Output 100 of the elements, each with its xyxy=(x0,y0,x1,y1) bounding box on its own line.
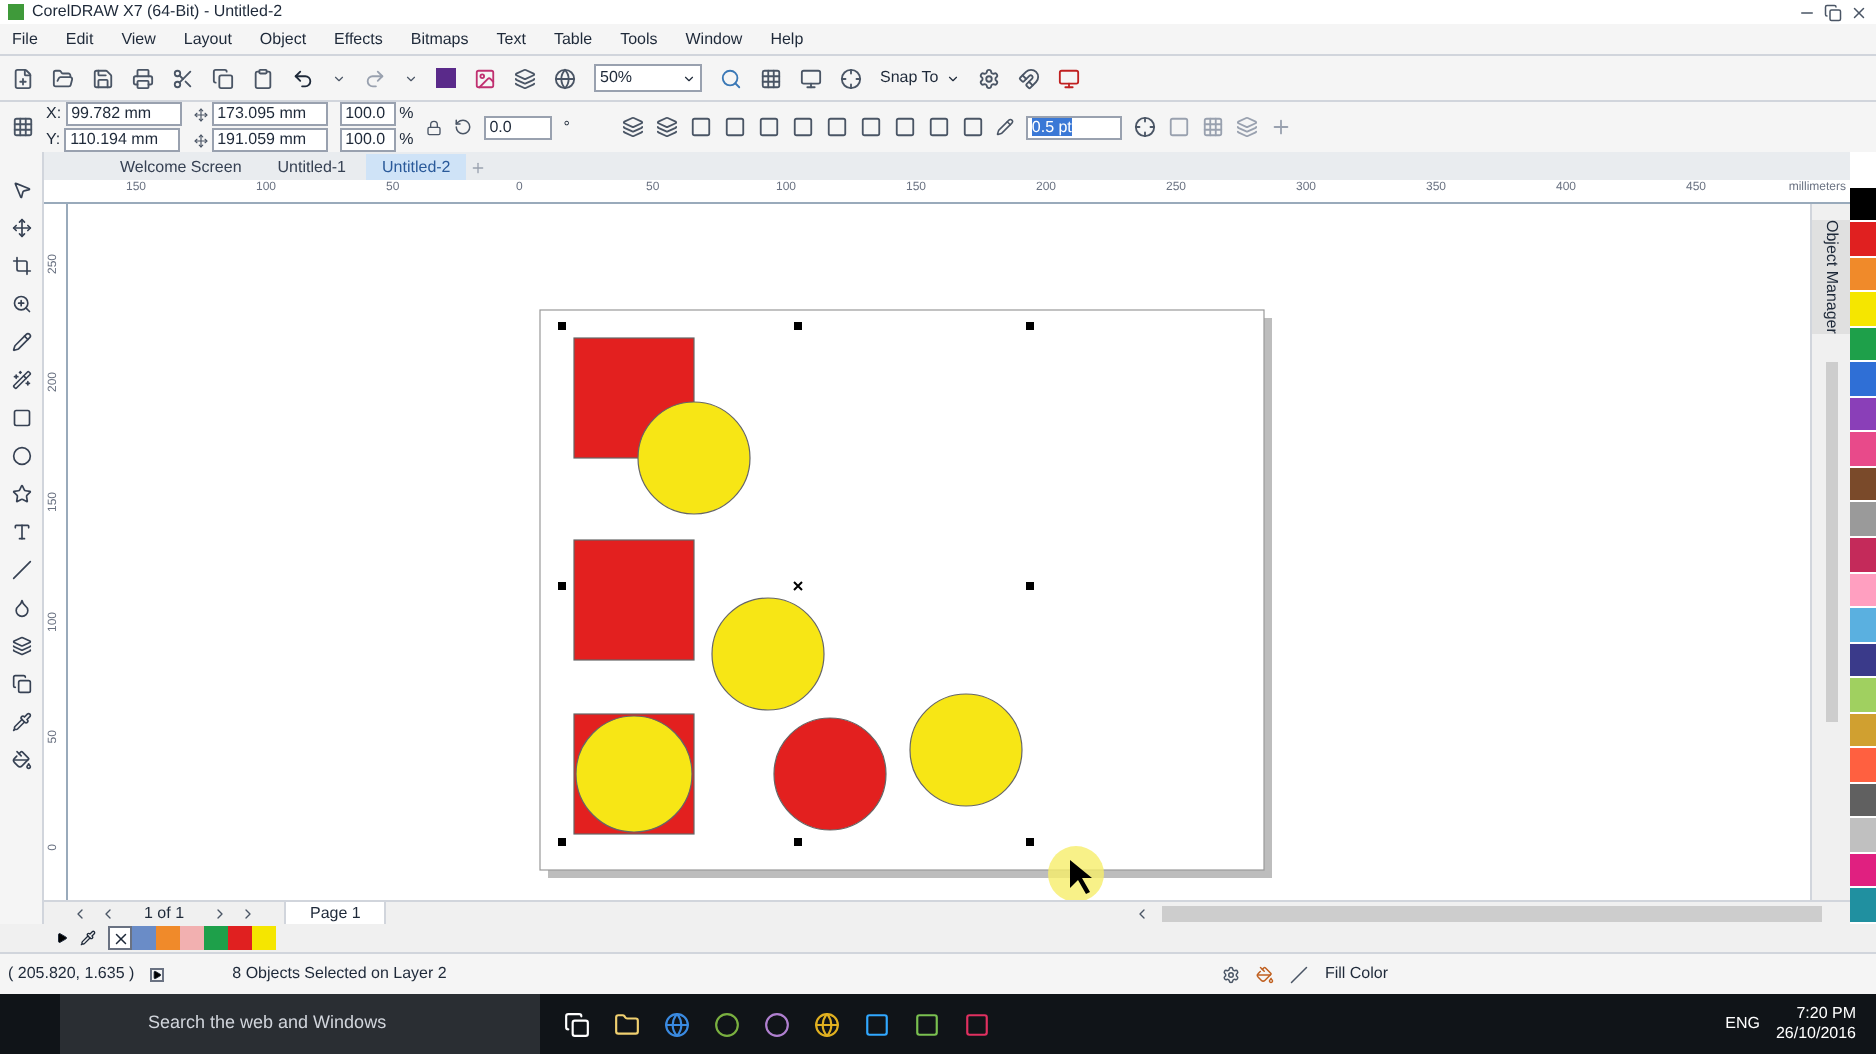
ellipse-icon[interactable] xyxy=(11,446,31,466)
shape-combine-icon[interactable] xyxy=(859,116,882,138)
cut-icon[interactable] xyxy=(172,67,194,89)
droplet-icon[interactable] xyxy=(11,598,31,618)
menu-item[interactable]: Bitmaps xyxy=(410,27,469,51)
app-icon[interactable] xyxy=(864,1011,890,1037)
color-swatch[interactable] xyxy=(1850,292,1876,328)
app-icon[interactable] xyxy=(914,1011,940,1037)
first-page-icon[interactable] xyxy=(72,905,88,921)
selection-handle[interactable] xyxy=(1026,322,1034,330)
rotate-icon[interactable] xyxy=(453,118,472,136)
rotation-field[interactable]: 0.0 xyxy=(483,115,552,139)
outline-width-field[interactable]: 0.5 pt xyxy=(1025,115,1122,139)
layers-icon[interactable] xyxy=(11,636,31,656)
object-manager-tab[interactable]: Object Manager xyxy=(1811,220,1851,334)
menu-item[interactable]: Help xyxy=(770,27,804,51)
color-swatch[interactable] xyxy=(1850,152,1876,188)
menu-item[interactable]: Object xyxy=(259,27,307,51)
color-swatch[interactable] xyxy=(1850,608,1876,644)
scroll-left-icon[interactable] xyxy=(1134,905,1150,921)
lock-icon[interactable] xyxy=(425,119,442,135)
shape-combine-icon[interactable] xyxy=(689,116,712,138)
color-swatch[interactable] xyxy=(1850,187,1876,223)
selection-handle[interactable] xyxy=(558,322,566,330)
color-swatch[interactable] xyxy=(1850,853,1876,889)
document-tab[interactable]: Untitled-2 xyxy=(366,154,467,180)
paint-bucket-icon[interactable] xyxy=(11,750,31,770)
color-swatch[interactable] xyxy=(1850,888,1876,925)
crop-icon[interactable] xyxy=(11,256,31,276)
line-icon[interactable] xyxy=(11,560,31,580)
snap-to-button[interactable]: Snap To xyxy=(880,66,961,90)
selection-handle[interactable] xyxy=(794,838,802,846)
task-view-icon[interactable] xyxy=(564,1011,590,1037)
wrap-icon[interactable] xyxy=(1133,116,1156,138)
no-color-swatch[interactable] xyxy=(108,926,132,950)
wand-icon[interactable] xyxy=(11,370,31,390)
color-swatch[interactable] xyxy=(1850,222,1876,258)
menu-item[interactable]: File xyxy=(12,27,38,51)
menu-item[interactable]: Edit xyxy=(65,27,94,51)
new-file-icon[interactable] xyxy=(12,67,34,89)
color-swatch[interactable] xyxy=(1850,467,1876,503)
previous-page-icon[interactable] xyxy=(100,905,116,921)
color-swatch[interactable] xyxy=(1850,818,1876,854)
x-position-field[interactable]: 99.782 mm xyxy=(65,102,182,126)
color-swatch[interactable] xyxy=(1850,397,1876,433)
shape-combine-icon[interactable] xyxy=(893,116,916,138)
app-icon[interactable] xyxy=(714,1011,740,1037)
clock-date[interactable]: 26/10/2016 xyxy=(1775,1024,1856,1044)
open-folder-icon[interactable] xyxy=(52,67,74,89)
menu-item[interactable]: Table xyxy=(553,27,593,51)
shape-combine-icon[interactable] xyxy=(927,116,950,138)
color-swatch[interactable] xyxy=(156,926,180,950)
menu-item[interactable]: Text xyxy=(496,27,526,51)
color-swatch[interactable] xyxy=(1850,748,1876,784)
copy-icon[interactable] xyxy=(11,674,31,694)
color-swatch[interactable] xyxy=(204,926,228,950)
scale-y-field[interactable]: 100.0 xyxy=(339,128,396,152)
menu-item[interactable]: Tools xyxy=(620,27,658,51)
zoom-icon[interactable] xyxy=(11,294,31,314)
scrollbar-thumb[interactable] xyxy=(1825,361,1837,722)
monitor-icon[interactable] xyxy=(800,67,822,89)
scale-x-field[interactable]: 100.0 xyxy=(339,102,396,126)
launch-icon[interactable] xyxy=(1058,67,1081,89)
horizontal-scrollbar[interactable] xyxy=(1162,905,1822,921)
paste-icon[interactable] xyxy=(252,67,274,89)
shape-combine-icon[interactable] xyxy=(723,116,746,138)
y-position-field[interactable]: 110.194 mm xyxy=(64,128,181,152)
document-tab[interactable]: Untitled-1 xyxy=(261,154,363,180)
shape-combine-icon[interactable] xyxy=(825,116,848,138)
save-icon[interactable] xyxy=(92,67,114,89)
app-icon[interactable] xyxy=(764,1011,790,1037)
outline-pen-icon[interactable] xyxy=(995,118,1014,136)
layers-icon[interactable] xyxy=(621,116,644,138)
selection-handle[interactable] xyxy=(558,582,566,590)
print-icon[interactable] xyxy=(132,67,154,89)
caret-icon[interactable] xyxy=(332,71,346,85)
menu-item[interactable]: View xyxy=(121,27,156,51)
color-swatch[interactable] xyxy=(1850,643,1876,679)
fill-icon[interactable] xyxy=(1256,965,1275,983)
pencil-icon[interactable] xyxy=(11,332,31,352)
text-icon[interactable] xyxy=(11,522,31,542)
grid-icon[interactable] xyxy=(760,67,782,89)
color-swatch[interactable] xyxy=(1850,538,1876,574)
menu-item[interactable]: Effects xyxy=(334,27,383,51)
shape-combine-icon[interactable] xyxy=(961,116,984,138)
clock-time[interactable]: 7:20 PM xyxy=(1796,1004,1856,1024)
eyedropper-icon[interactable] xyxy=(80,930,96,946)
shape-combine-icon[interactable] xyxy=(757,116,780,138)
magnet-icon[interactable] xyxy=(1018,67,1041,89)
selection-handle[interactable] xyxy=(558,838,566,846)
width-icon[interactable] xyxy=(193,107,208,121)
selection-handle[interactable] xyxy=(794,322,802,330)
play-icon[interactable] xyxy=(150,967,165,981)
origin-icon[interactable] xyxy=(12,116,34,138)
height-icon[interactable] xyxy=(193,133,208,147)
globe-icon[interactable] xyxy=(554,67,576,89)
star-icon[interactable] xyxy=(11,484,31,504)
copy-icon[interactable] xyxy=(212,67,234,89)
zoom-level-dropdown[interactable]: 50% xyxy=(594,64,702,92)
undo-icon[interactable] xyxy=(292,67,314,89)
